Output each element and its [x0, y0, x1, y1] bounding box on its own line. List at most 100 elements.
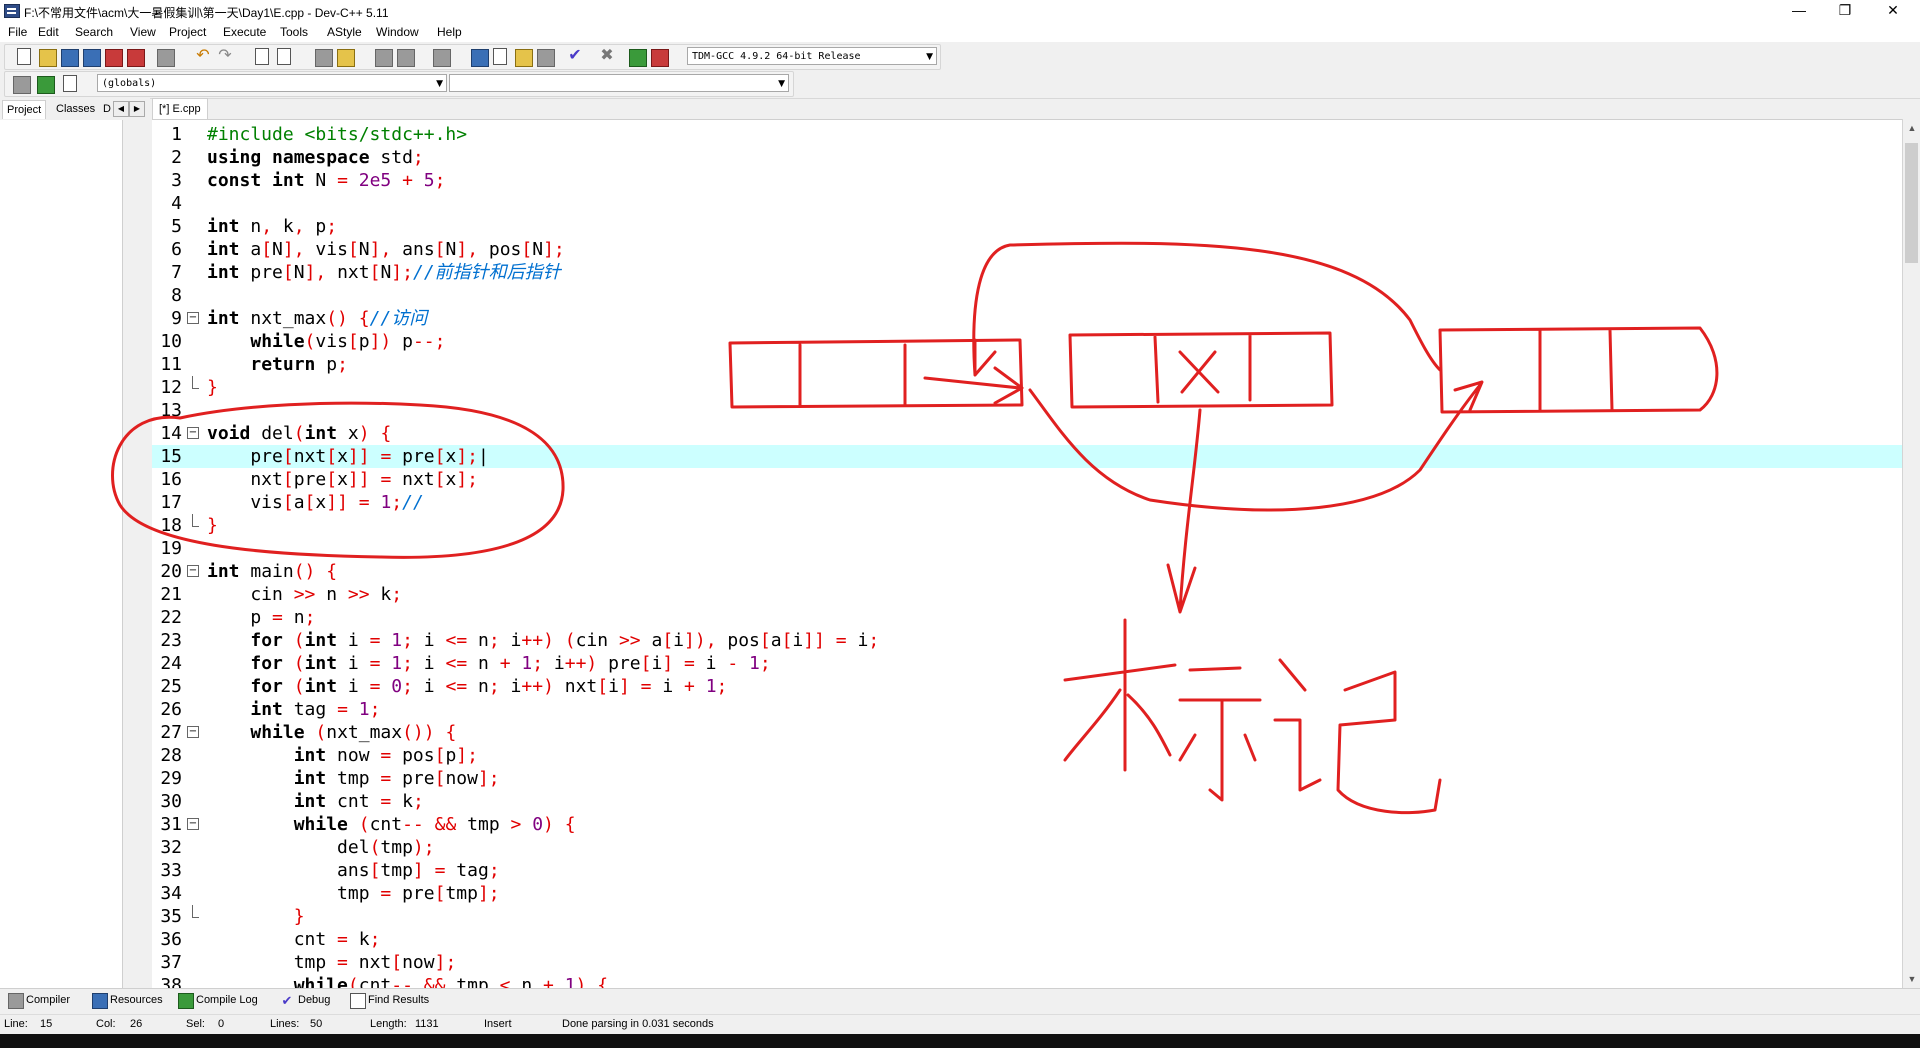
new-project-icon[interactable] — [471, 49, 489, 67]
code-line[interactable]: 28 int now = pos[p]; — [152, 744, 1902, 767]
open-project-icon[interactable] — [493, 48, 507, 65]
print-icon[interactable] — [157, 49, 175, 67]
redo-icon[interactable]: ↷ — [217, 48, 233, 64]
code-line[interactable]: 1 #include <bits/stdc++.h> — [152, 123, 1902, 146]
menu-search[interactable]: Search — [75, 25, 113, 39]
menu-help[interactable]: Help — [437, 25, 462, 39]
code-line[interactable]: 30 int cnt = k; — [152, 790, 1902, 813]
code-line[interactable]: 18} — [152, 514, 1902, 537]
bookmark-icon[interactable] — [337, 49, 355, 67]
fold-toggle-icon[interactable]: − — [187, 565, 199, 577]
new-file-icon[interactable] — [17, 48, 31, 65]
code-line[interactable]: 11 return p; — [152, 353, 1902, 376]
syntax-check-icon[interactable]: ✔ — [567, 48, 583, 64]
insert-icon[interactable] — [13, 76, 31, 94]
fold-toggle-icon[interactable]: − — [187, 726, 199, 738]
code-line[interactable]: 27− while (nxt_max()) { — [152, 721, 1902, 744]
menu-project[interactable]: Project — [169, 25, 206, 39]
close-file-icon[interactable] — [105, 49, 123, 67]
compiler-select[interactable]: TDM-GCC 4.9.2 64-bit Release ▼ — [687, 47, 937, 65]
code-line[interactable]: 2 using namespace std; — [152, 146, 1902, 169]
code-line[interactable]: 38 while(cnt-- && tmp < n + 1) { — [152, 974, 1902, 989]
tab-debug[interactable]: D — [101, 100, 113, 118]
tab-compile-log[interactable]: Compile Log — [176, 991, 258, 1009]
fold-toggle-icon[interactable]: − — [187, 312, 199, 324]
debug-icon[interactable] — [651, 49, 669, 67]
tab-classes[interactable]: Classes — [52, 100, 99, 118]
close-all-icon[interactable] — [127, 49, 145, 67]
save-all-icon[interactable] — [83, 49, 101, 67]
code-line[interactable]: 5 int n, k, p; — [152, 215, 1902, 238]
tab-scroll-right-icon[interactable]: ▶ — [129, 101, 145, 117]
code-line[interactable]: 14− void del(int x) { — [152, 422, 1902, 445]
code-line[interactable]: 7 int pre[N], nxt[N];//前指针和后指针 — [152, 261, 1902, 284]
maximize-button[interactable]: ❐ — [1822, 0, 1868, 22]
code-editor[interactable]: 1 #include <bits/stdc++.h> 2 using namespac… — [152, 119, 1920, 989]
goto-line-icon[interactable] — [315, 49, 333, 67]
tab-debug-output[interactable]: ✔ Debug — [278, 991, 331, 1009]
code-line[interactable]: 12} — [152, 376, 1902, 399]
code-line[interactable]: 10 while(vis[p]) p--; — [152, 330, 1902, 353]
menu-file[interactable]: File — [8, 25, 27, 39]
code-line[interactable]: 20− int main() { — [152, 560, 1902, 583]
stop-icon[interactable]: ✖ — [599, 48, 615, 64]
code-line[interactable]: 24 for (int i = 1; i <= n + 1; i++) pre[… — [152, 652, 1902, 675]
code-line[interactable]: 29 int tmp = pre[now]; — [152, 767, 1902, 790]
tab-scroll-left-icon[interactable]: ◀ — [113, 101, 129, 117]
menu-execute[interactable]: Execute — [223, 25, 266, 39]
replace-icon[interactable] — [277, 48, 291, 65]
class-browser-icon[interactable] — [515, 49, 533, 67]
code-line[interactable]: 35 } — [152, 905, 1902, 928]
code-line[interactable]: 19 — [152, 537, 1902, 560]
code-line[interactable]: 15 pre[nxt[x]] = pre[x];| — [152, 445, 1902, 468]
menu-tools[interactable]: Tools — [280, 25, 308, 39]
code-line[interactable]: 16 nxt[pre[x]] = nxt[x]; — [152, 468, 1902, 491]
code-line[interactable]: 6 int a[N], vis[N], ans[N], pos[N]; — [152, 238, 1902, 261]
scroll-up-icon[interactable]: ▲ — [1903, 119, 1920, 137]
code-line[interactable]: 32 del(tmp); — [152, 836, 1902, 859]
scroll-down-icon[interactable]: ▼ — [1903, 970, 1920, 988]
code-line[interactable]: 3 const int N = 2e5 + 5; — [152, 169, 1902, 192]
menu-window[interactable]: Window — [376, 25, 419, 39]
code-line[interactable]: 4 — [152, 192, 1902, 215]
toggle-icon[interactable] — [37, 76, 55, 94]
code-line[interactable]: 22 p = n; — [152, 606, 1902, 629]
code-line[interactable]: 34 tmp = pre[tmp]; — [152, 882, 1902, 905]
menu-astyle[interactable]: AStyle — [327, 25, 362, 39]
scope-select[interactable]: (globals) ▼ — [97, 74, 447, 92]
minimize-button[interactable]: — — [1776, 0, 1822, 22]
goto-icon[interactable] — [63, 75, 77, 92]
code-line[interactable]: 36 cnt = k; — [152, 928, 1902, 951]
menu-edit[interactable]: Edit — [38, 25, 59, 39]
close-button[interactable]: ✕ — [1870, 0, 1916, 22]
code-line[interactable]: 31− while (cnt-- && tmp > 0) { — [152, 813, 1902, 836]
code-line[interactable]: 23 for (int i = 1; i <= n; i++) (cin >> … — [152, 629, 1902, 652]
tab-project[interactable]: Project — [2, 100, 47, 119]
code-line[interactable]: 21 cin >> n >> k; — [152, 583, 1902, 606]
tab-find-results[interactable]: Find Results — [348, 991, 429, 1009]
grid-icon[interactable] — [537, 49, 555, 67]
tab-resources[interactable]: Resources — [90, 991, 163, 1009]
function-select[interactable]: ▼ — [449, 74, 789, 92]
code-line[interactable]: 13 — [152, 399, 1902, 422]
fold-toggle-icon[interactable]: − — [187, 427, 199, 439]
scroll-thumb[interactable] — [1905, 143, 1918, 263]
code-line[interactable]: 25 for (int i = 0; i <= n; i++) nxt[i] =… — [152, 675, 1902, 698]
save-icon[interactable] — [61, 49, 79, 67]
chart-icon[interactable] — [629, 49, 647, 67]
menu-view[interactable]: View — [130, 25, 156, 39]
code-line[interactable]: 17 vis[a[x]] = 1;// — [152, 491, 1902, 514]
unindent-icon[interactable] — [397, 49, 415, 67]
code-line[interactable]: 26 int tag = 1; — [152, 698, 1902, 721]
code-line[interactable]: 33 ans[tmp] = tag; — [152, 859, 1902, 882]
editor-tab[interactable]: [*] E.cpp — [152, 98, 208, 119]
indent-icon[interactable] — [375, 49, 393, 67]
code-line[interactable]: 37 tmp = nxt[now]; — [152, 951, 1902, 974]
undo-icon[interactable]: ↶ — [195, 48, 211, 64]
code-line[interactable]: 9− int nxt_max() {//访问 — [152, 307, 1902, 330]
fold-toggle-icon[interactable]: − — [187, 818, 199, 830]
tab-compiler[interactable]: Compiler — [6, 991, 70, 1009]
code-line[interactable]: 8 — [152, 284, 1902, 307]
find-icon[interactable] — [255, 48, 269, 65]
open-file-icon[interactable] — [39, 49, 57, 67]
